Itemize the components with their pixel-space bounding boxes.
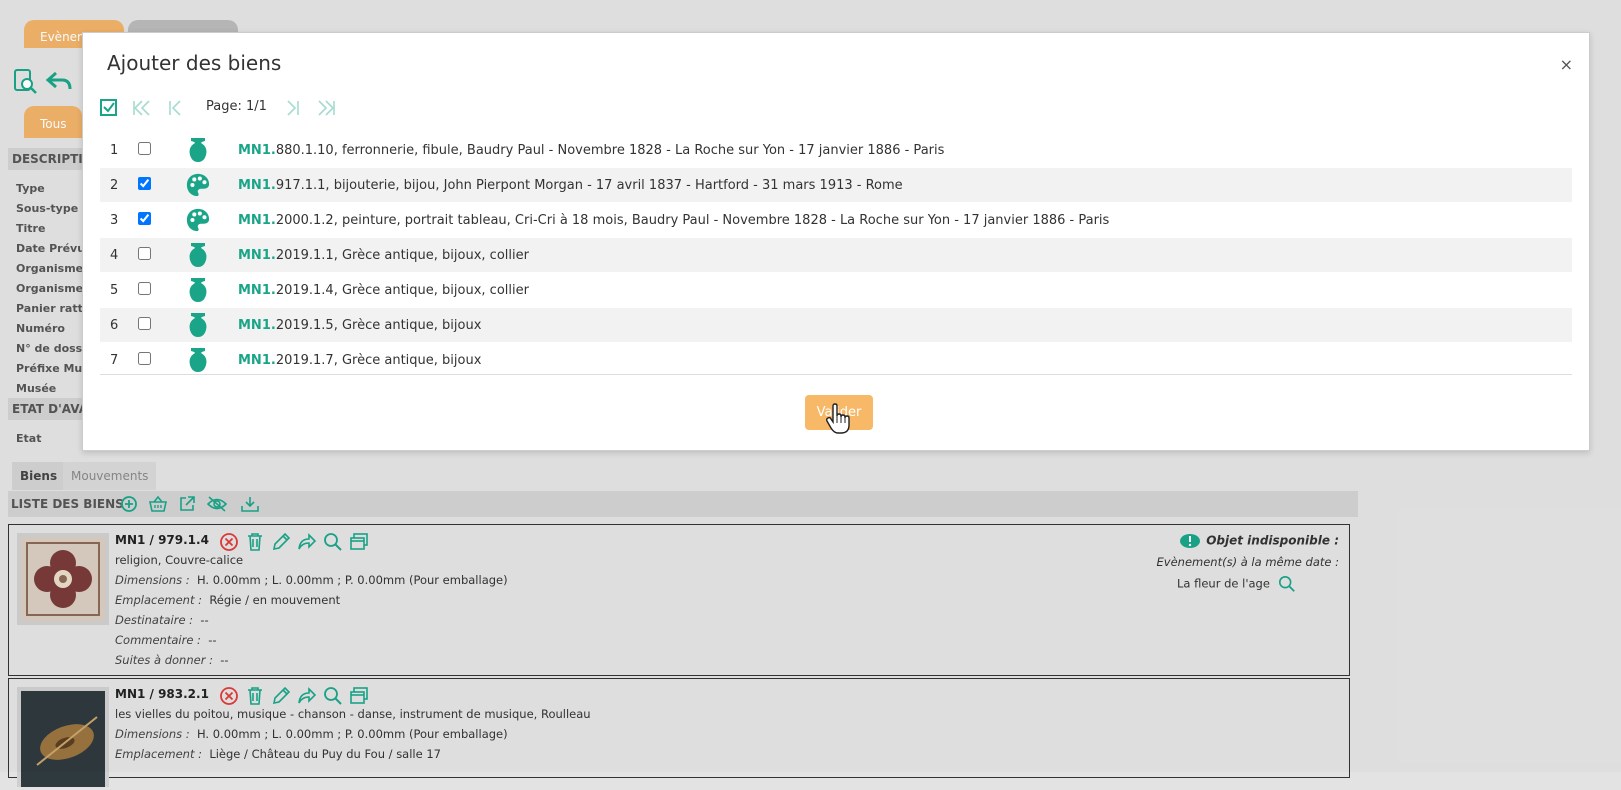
palette-icon	[186, 173, 210, 197]
list-item[interactable]: 4 MN1.2019.1.1, Grèce antique, bijoux, c…	[100, 238, 1572, 273]
row-checkbox[interactable]	[138, 177, 151, 190]
list-item[interactable]: 3 MN1.2000.1.2, peinture, portrait table…	[100, 203, 1572, 238]
list-item[interactable]: 7 MN1.2019.1.7, Grèce antique, bijoux	[100, 343, 1572, 378]
row-number: 7	[110, 353, 119, 368]
item-list: 1 MN1.880.1.10, ferronnerie, fibule, Bau…	[100, 133, 1572, 378]
item-text: 2019.1.1, Grèce antique, bijoux, collier	[275, 248, 529, 263]
palette-icon	[186, 208, 210, 232]
divider	[100, 374, 1572, 375]
close-icon[interactable]: ×	[1560, 55, 1573, 74]
item-prefix: MN1.	[238, 178, 276, 193]
row-number: 3	[110, 213, 119, 228]
row-checkbox[interactable]	[138, 352, 151, 365]
vase-icon	[189, 243, 207, 267]
row-number: 2	[110, 178, 119, 193]
row-checkbox[interactable]	[138, 212, 151, 225]
row-number: 1	[110, 143, 119, 158]
row-checkbox[interactable]	[138, 142, 151, 155]
row-checkbox[interactable]	[138, 247, 151, 260]
prev-page-icon[interactable]	[167, 97, 185, 119]
item-text: 2000.1.2, peinture, portrait tableau, Cr…	[275, 213, 1110, 228]
row-checkbox[interactable]	[138, 282, 151, 295]
item-prefix: MN1.	[238, 143, 276, 158]
item-text: 917.1.1, bijouterie, bijou, John Pierpon…	[275, 178, 903, 193]
list-item[interactable]: 5 MN1.2019.1.4, Grèce antique, bijoux, c…	[100, 273, 1572, 308]
page-indicator: Page: 1/1	[206, 99, 267, 114]
first-page-icon[interactable]	[131, 97, 153, 119]
item-text: 880.1.10, ferronnerie, fibule, Baudry Pa…	[275, 143, 945, 158]
item-prefix: MN1.	[238, 283, 276, 298]
item-prefix: MN1.	[238, 353, 276, 368]
item-text: 2019.1.4, Grèce antique, bijoux, collier	[275, 283, 529, 298]
row-number: 5	[110, 283, 119, 298]
list-item[interactable]: 1 MN1.880.1.10, ferronnerie, fibule, Bau…	[100, 133, 1572, 168]
next-page-icon[interactable]	[283, 97, 301, 119]
hand-cursor-icon	[825, 403, 850, 434]
list-item[interactable]: 6 MN1.2019.1.5, Grèce antique, bijoux	[100, 308, 1572, 343]
vase-icon	[189, 138, 207, 162]
row-checkbox[interactable]	[138, 317, 151, 330]
last-page-icon[interactable]	[315, 97, 337, 119]
row-number: 4	[110, 248, 119, 263]
modal-title: Ajouter des biens	[107, 51, 282, 75]
vase-icon	[189, 278, 207, 302]
vase-icon	[189, 313, 207, 337]
add-items-modal: Ajouter des biens × Page: 1/1 1 MN1.880.…	[82, 32, 1590, 451]
item-text: 2019.1.7, Grèce antique, bijoux	[275, 353, 482, 368]
item-prefix: MN1.	[238, 318, 276, 333]
row-number: 6	[110, 318, 119, 333]
list-item[interactable]: 2 MN1.917.1.1, bijouterie, bijou, John P…	[100, 168, 1572, 203]
item-prefix: MN1.	[238, 248, 276, 263]
vase-icon	[189, 348, 207, 372]
item-text: 2019.1.5, Grèce antique, bijoux	[275, 318, 482, 333]
item-prefix: MN1.	[238, 213, 276, 228]
select-all-checkbox-icon[interactable]	[99, 97, 119, 119]
